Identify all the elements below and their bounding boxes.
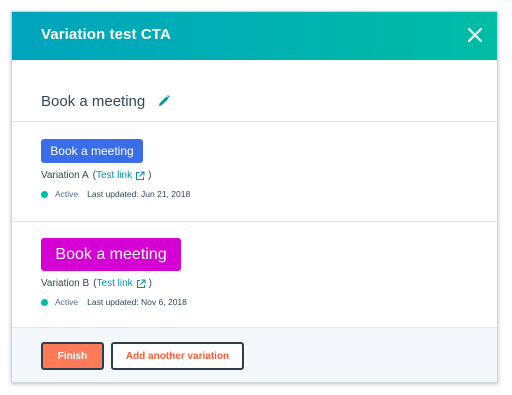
close-paren: ) — [148, 170, 152, 181]
cta-button-variation-b[interactable]: Book a meeting — [41, 238, 181, 271]
variation-b-meta: Active Last updated: Nov 6, 2018 — [41, 297, 187, 307]
last-updated-text: Last updated: Jun 21, 2018 — [87, 189, 191, 199]
cta-button-variation-a[interactable]: Book a meeting — [41, 139, 143, 163]
external-link-icon[interactable] — [135, 171, 145, 181]
variation-a-meta: Active Last updated: Jun 21, 2018 — [41, 189, 190, 199]
variation-b-line: Variation B ( Test link ) — [41, 278, 152, 289]
status-dot — [41, 298, 48, 306]
divider — [12, 221, 497, 222]
section-title-row: Book a meeting — [41, 89, 171, 113]
status-dot — [41, 190, 48, 198]
dialog-title: Variation test CTA — [41, 26, 171, 43]
dialog-header: Variation test CTA — [12, 12, 497, 60]
last-updated-text: Last updated: Nov 6, 2018 — [87, 297, 187, 307]
section-title: Book a meeting — [41, 92, 146, 110]
variation-a-line: Variation A ( Test link ) — [41, 170, 151, 181]
status-badge: Active — [55, 189, 79, 199]
external-link-icon[interactable] — [136, 279, 146, 289]
variation-a-test-link[interactable]: Test link — [96, 170, 132, 181]
close-icon[interactable] — [465, 25, 485, 45]
close-paren: ) — [148, 278, 152, 289]
status-badge: Active — [55, 297, 79, 307]
dialog-footer: Finish Add another variation — [12, 327, 497, 382]
add-another-variation-button[interactable]: Add another variation — [111, 342, 244, 370]
finish-button[interactable]: Finish — [41, 342, 104, 370]
variation-b-name: Variation B — [41, 278, 90, 289]
pencil-icon[interactable] — [157, 94, 171, 108]
variation-test-dialog: Variation test CTA Book a meeting Book a… — [11, 11, 498, 383]
divider — [12, 121, 497, 122]
variation-a-name: Variation A — [41, 170, 89, 181]
variation-b-test-link[interactable]: Test link — [97, 278, 133, 289]
